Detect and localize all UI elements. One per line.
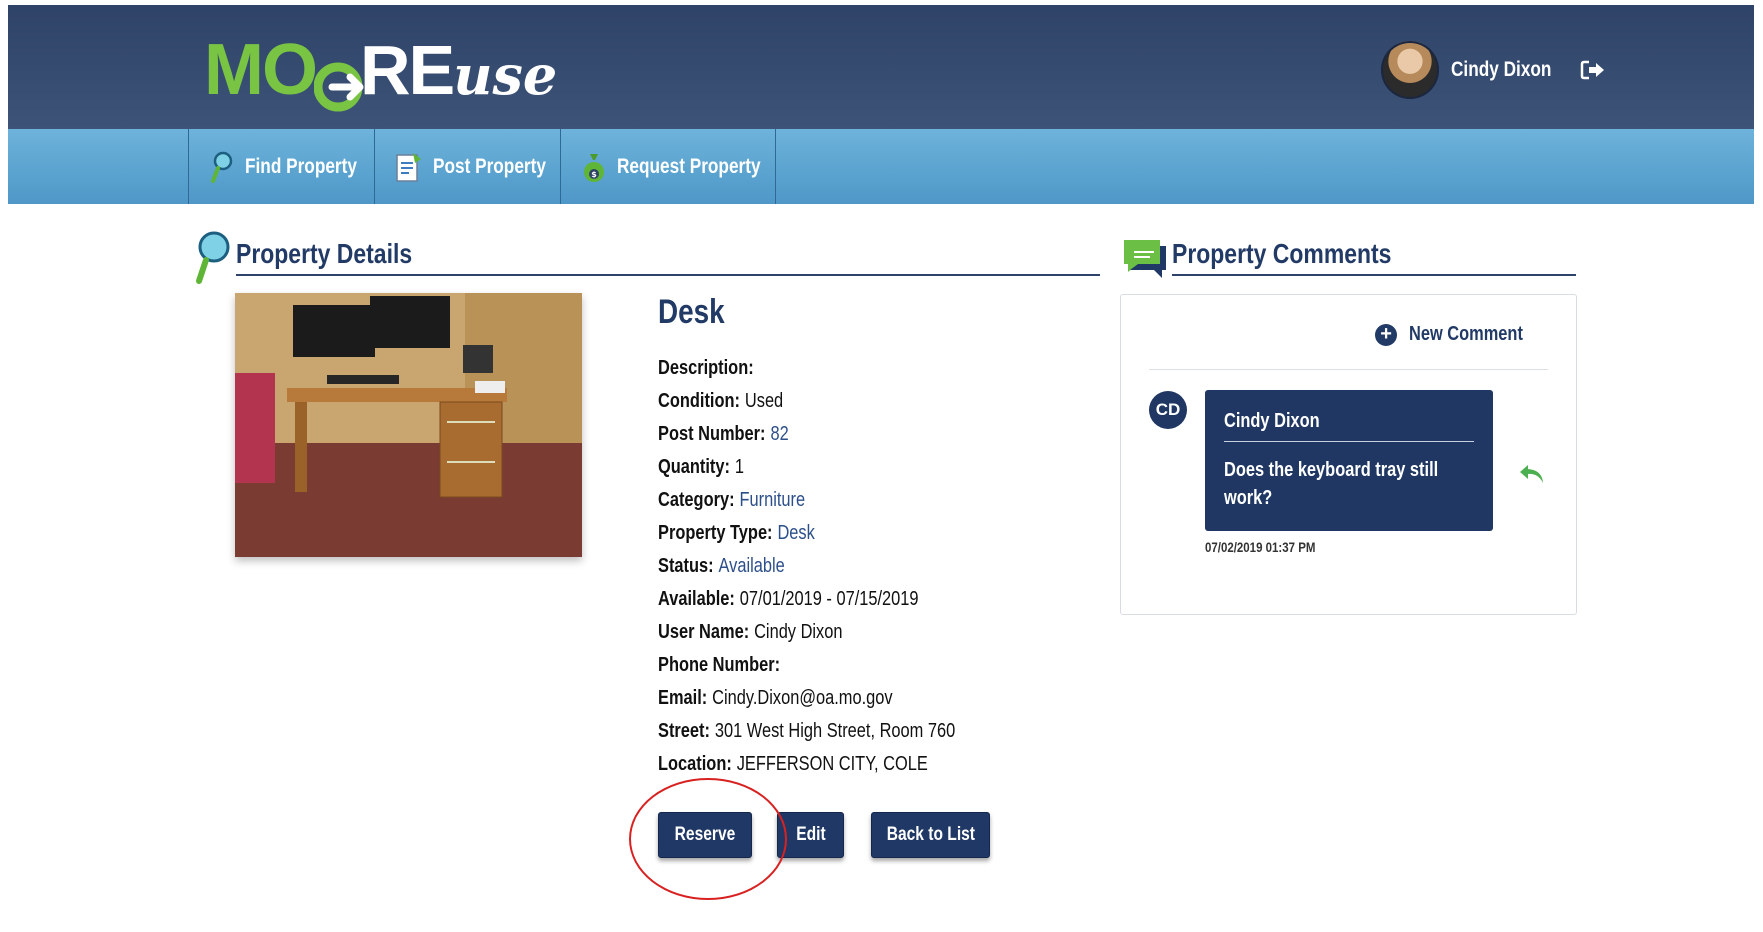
magnifier-icon bbox=[209, 150, 235, 184]
logo-text-re: RE bbox=[359, 31, 455, 109]
property-comments-title: Property Comments bbox=[1172, 238, 1392, 269]
new-comment-label: New Comment bbox=[1409, 323, 1523, 345]
user-name[interactable]: Cindy Dixon bbox=[1451, 58, 1551, 82]
money-bag-icon: $ bbox=[581, 150, 607, 184]
nav-label: Request Property bbox=[617, 154, 761, 178]
comment-rule bbox=[1224, 441, 1474, 442]
comment-bubble: Cindy Dixon Does the keyboard tray still… bbox=[1205, 390, 1493, 531]
field-phone-number: Phone Number: bbox=[658, 654, 781, 676]
field-property-type: Property Type: Desk bbox=[658, 522, 815, 544]
field-post-number: Post Number: 82 bbox=[658, 423, 789, 445]
logo-arrow-icon bbox=[313, 59, 364, 120]
moreuse-logo[interactable]: MO REuse bbox=[204, 29, 558, 112]
comment-author: Cindy Dixon bbox=[1224, 410, 1320, 432]
comment-author-initials: CD bbox=[1149, 391, 1187, 429]
comment-timestamp: 07/02/2019 01:37 PM bbox=[1205, 539, 1316, 555]
svg-text:$: $ bbox=[591, 170, 597, 179]
field-email: Email: Cindy.Dixon@oa.mo.gov bbox=[658, 687, 893, 709]
nav-label: Post Property bbox=[433, 154, 546, 178]
field-location: Location: JEFFERSON CITY, COLE bbox=[658, 753, 928, 775]
comments-heading-icon bbox=[1120, 236, 1168, 285]
reserve-button[interactable]: Reserve bbox=[658, 812, 752, 858]
nav-find-property[interactable]: Find Property bbox=[188, 129, 375, 204]
details-heading-rule bbox=[236, 274, 1100, 276]
app-header: MO REuse Cindy Dixon bbox=[8, 5, 1754, 129]
user-avatar[interactable] bbox=[1381, 41, 1439, 99]
property-fields: Description: Condition: Used Post Number:… bbox=[658, 352, 1020, 781]
main-nav: Find Property Post Property $ Request Pr… bbox=[8, 129, 1754, 204]
new-comment-button[interactable]: + New Comment bbox=[1375, 323, 1548, 346]
nav-post-property[interactable]: Post Property bbox=[374, 129, 561, 204]
document-icon bbox=[395, 151, 423, 183]
back-to-list-button[interactable]: Back to List bbox=[871, 812, 990, 858]
comments-divider bbox=[1149, 369, 1548, 370]
comments-heading-rule bbox=[1172, 274, 1576, 276]
comment-text: Does the keyboard tray still work? bbox=[1224, 459, 1439, 509]
field-status: Status: Available bbox=[658, 555, 785, 577]
logo-text-mo: MO bbox=[204, 30, 318, 110]
field-street: Street: 301 West High Street, Room 760 bbox=[658, 720, 956, 742]
logo-text-use: use bbox=[453, 43, 558, 107]
field-quantity: Quantity: 1 bbox=[658, 456, 745, 478]
field-description: Description: bbox=[658, 357, 754, 379]
details-heading-icon bbox=[194, 229, 230, 290]
field-user-name: User Name: Cindy Dixon bbox=[658, 621, 843, 643]
nav-label: Find Property bbox=[245, 154, 357, 178]
edit-button[interactable]: Edit bbox=[777, 812, 844, 858]
field-category: Category: Furniture bbox=[658, 489, 806, 511]
plus-circle-icon: + bbox=[1375, 323, 1398, 346]
field-available: Available: 07/01/2019 - 07/15/2019 bbox=[658, 588, 919, 610]
comments-panel: + New Comment CD Cindy Dixon Does the ke… bbox=[1120, 294, 1577, 615]
reply-icon[interactable] bbox=[1518, 463, 1546, 492]
property-details-title: Property Details bbox=[236, 238, 413, 269]
logout-icon[interactable] bbox=[1580, 59, 1606, 81]
nav-request-property[interactable]: $ Request Property bbox=[560, 129, 776, 204]
property-title: Desk bbox=[658, 293, 725, 331]
property-photo bbox=[235, 293, 582, 557]
user-menu[interactable]: Cindy Dixon bbox=[1381, 41, 1606, 99]
field-condition: Condition: Used bbox=[658, 390, 784, 412]
